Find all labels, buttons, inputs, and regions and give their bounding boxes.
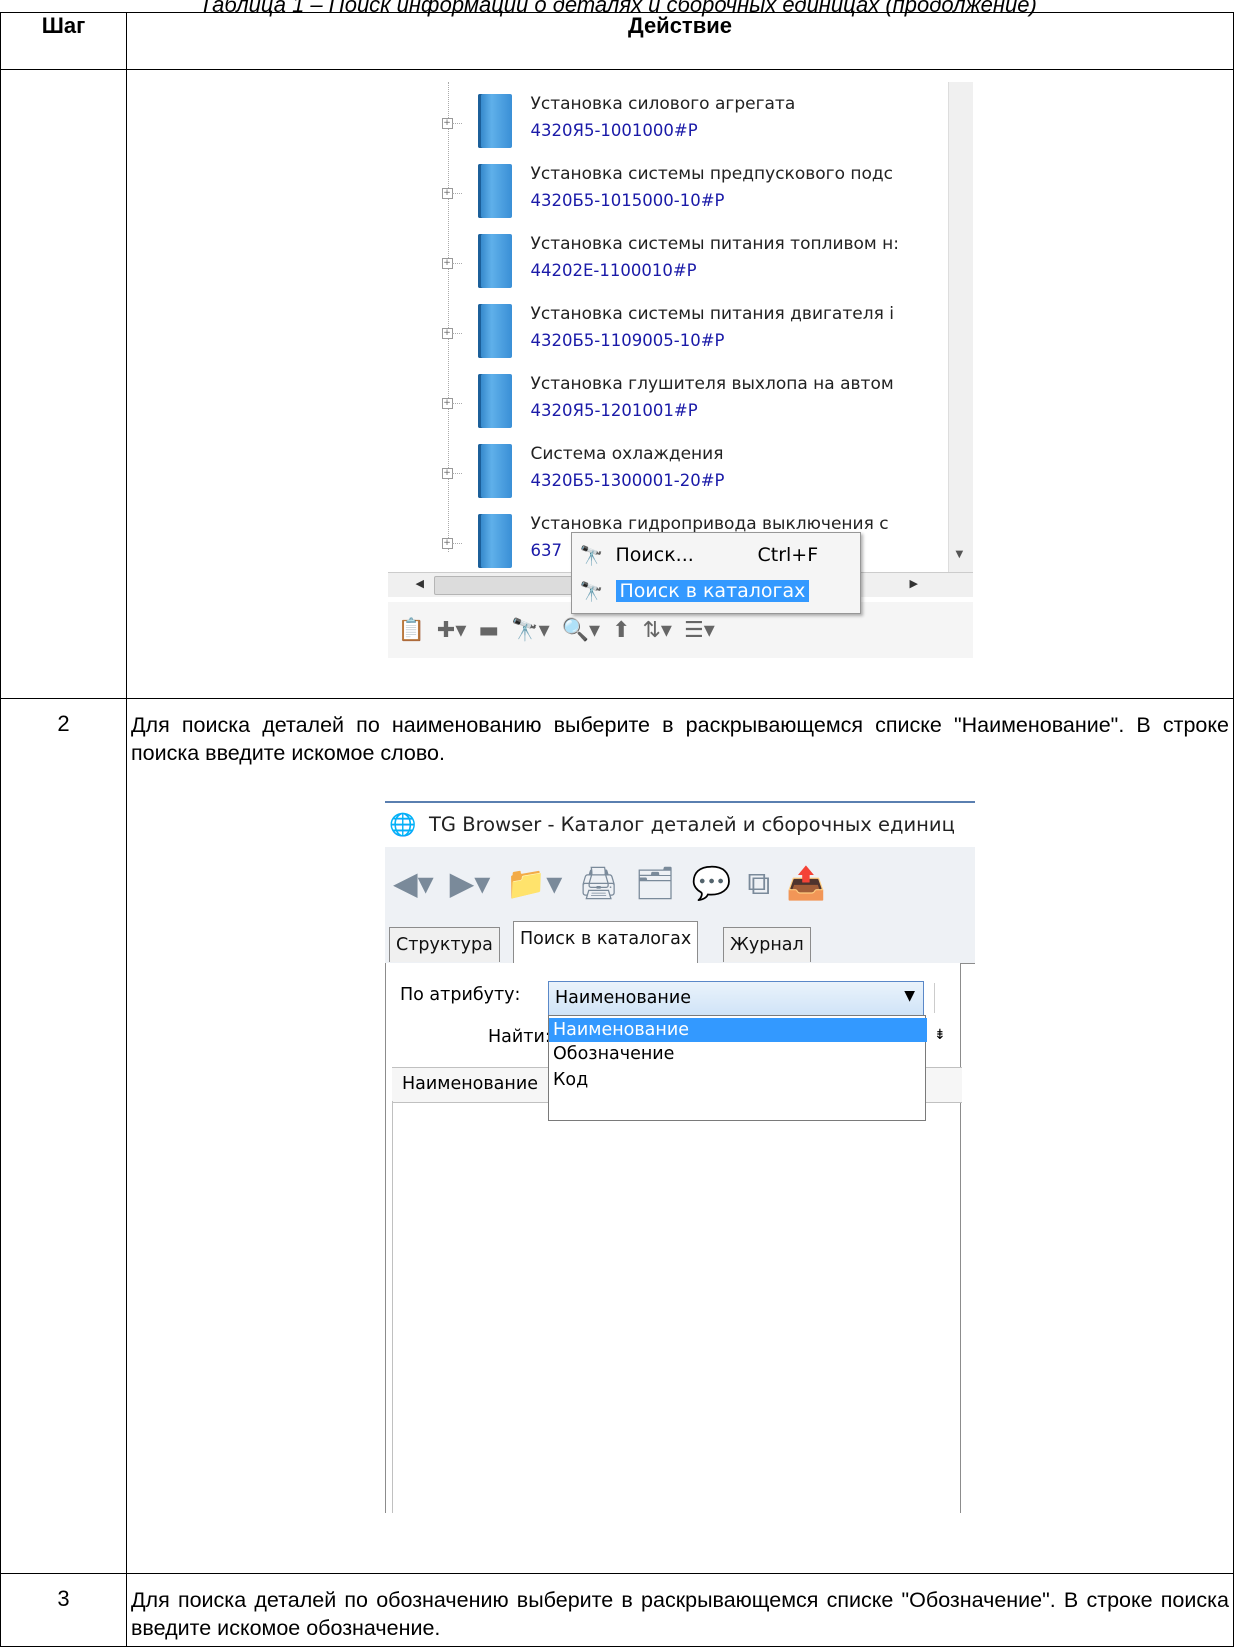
find-label: Найти: [488, 1027, 551, 1047]
tab-catalog-search[interactable]: Поиск в каталогах [513, 921, 699, 964]
attribute-dropdown: Наименование Обозначение Код [548, 1015, 927, 1121]
book-icon [477, 94, 512, 148]
scroll-right-icon[interactable]: ▶ [910, 577, 918, 590]
tree-item[interactable]: + Установка системы питания топливом н: … [434, 230, 944, 298]
tree-item[interactable]: + Система охлаждения 4320Б5-1300001-20#Р [434, 440, 944, 508]
export-icon[interactable]: 📤 [786, 864, 826, 902]
book-icon [477, 374, 512, 428]
chevron-down-icon[interactable]: ▼ [904, 988, 915, 1004]
binoculars-icon[interactable]: 🔭▾ [511, 618, 549, 643]
results-list [392, 1101, 961, 1513]
tree-item[interactable]: + Установка системы питания двигателя i … [434, 300, 944, 368]
table-row: 2 Для поиска деталей по наименованию выб… [0, 698, 1234, 1574]
step-number-cell [0, 69, 127, 699]
attribute-select[interactable]: Наименование ▼ [548, 981, 924, 1017]
filter-icon[interactable]: ☰▾ [684, 618, 715, 643]
action-cell: + Установка силового агрегата 4320Я5-100… [126, 69, 1234, 699]
options-icon[interactable]: ⇟ [934, 1027, 946, 1043]
search-panel: По атрибуту: Наименование ▼ Найти: ⇟ Наи… [385, 963, 962, 1513]
book-icon [477, 444, 512, 498]
comments-icon[interactable]: 💬 [692, 864, 732, 902]
window-titlebar: 🌐 TG Browser - Каталог деталей и сборочн… [385, 801, 975, 849]
step-description: Для поиска деталей по наименованию выбер… [131, 713, 1229, 765]
tree-view-icon[interactable]: 🗂 [635, 864, 676, 902]
option-code[interactable]: Код [549, 1068, 927, 1092]
table-header-row: Шаг Действие [0, 12, 1234, 70]
copy-icon[interactable]: ⧉ [747, 864, 770, 903]
book-icon [477, 514, 512, 568]
tg-browser-screenshot: 🌐 TG Browser - Каталог деталей и сборочн… [385, 801, 975, 1513]
menu-item-search[interactable]: 🔭 Поиск... Ctrl+F [578, 539, 854, 573]
table-row: 3 Для поиска деталей по обозначению выбе… [0, 1573, 1234, 1647]
catalog-tree: + Установка силового агрегата 4320Я5-100… [387, 82, 949, 572]
scroll-left-icon[interactable]: ◀ [416, 577, 424, 590]
remove-icon[interactable]: ▬ [478, 618, 499, 643]
catalog-tree-screenshot: + Установка силового агрегата 4320Я5-100… [387, 82, 973, 660]
sort-icon[interactable]: ⇅▾ [643, 618, 672, 643]
paste-icon[interactable]: 📋 [398, 618, 425, 643]
side-button[interactable] [934, 983, 955, 1013]
tab-structure[interactable]: Структура [389, 927, 500, 962]
book-icon [477, 304, 512, 358]
upload-icon[interactable]: ⬆ [612, 618, 630, 643]
book-icon [477, 164, 512, 218]
step-number: 3 [0, 1573, 127, 1647]
tab-journal[interactable]: Журнал [723, 927, 811, 962]
action-cell: Для поиска деталей по наименованию выбер… [126, 698, 1234, 1574]
browser-toolbar: ◀▾ ▶▾ 📁▾ 🖨 🗂 💬 ⧉ 📤 [385, 847, 975, 919]
tree-item[interactable]: + Установка глушителя выхлопа на автом 4… [434, 370, 944, 438]
header-action: Действие [126, 12, 1234, 70]
tree-item[interactable]: + Установка системы предпускового подс 4… [434, 160, 944, 228]
forward-icon[interactable]: ▶▾ [450, 864, 491, 902]
tab-bar: Структура Поиск в каталогах Журнал [385, 919, 975, 964]
back-icon[interactable]: ◀▾ [393, 864, 434, 902]
action-cell: Для поиска деталей по обозначению выбери… [126, 1573, 1234, 1647]
scroll-thumb[interactable] [433, 576, 576, 595]
binoculars-icon: 🔭 [579, 545, 604, 567]
step-number: 2 [0, 698, 127, 1574]
print-icon[interactable]: 🖨 [578, 864, 619, 902]
vertical-scrollbar[interactable]: ▼ [947, 82, 973, 572]
steps-table: Шаг Действие + Установка силового агрега… [0, 12, 1234, 1647]
magnifier-icon[interactable]: 🔍▾ [562, 618, 600, 643]
header-step: Шаг [0, 12, 127, 70]
app-globe-icon: 🌐 [389, 813, 417, 838]
context-menu: 🔭 Поиск... Ctrl+F 🔭 Поиск в каталогах [570, 532, 861, 614]
scroll-down-icon[interactable]: ▼ [956, 549, 964, 560]
step-description: Для поиска деталей по обозначению выбери… [131, 1588, 1229, 1640]
tree-item[interactable]: + Установка силового агрегата 4320Я5-100… [434, 90, 944, 158]
table-row: + Установка силового агрегата 4320Я5-100… [0, 69, 1234, 699]
book-icon [477, 234, 512, 288]
folder-icon[interactable]: 📁▾ [506, 864, 562, 902]
menu-item-catalog-search[interactable]: 🔭 Поиск в каталогах [578, 575, 854, 609]
attribute-label: По атрибуту: [400, 985, 521, 1005]
binoculars-icon: 🔭 [579, 581, 604, 603]
option-name[interactable]: Наименование [549, 1018, 927, 1042]
option-designation[interactable]: Обозначение [549, 1042, 927, 1066]
add-icon[interactable]: ✚▾ [437, 618, 466, 643]
window-title: TG Browser - Каталог деталей и сборочных… [429, 813, 955, 836]
